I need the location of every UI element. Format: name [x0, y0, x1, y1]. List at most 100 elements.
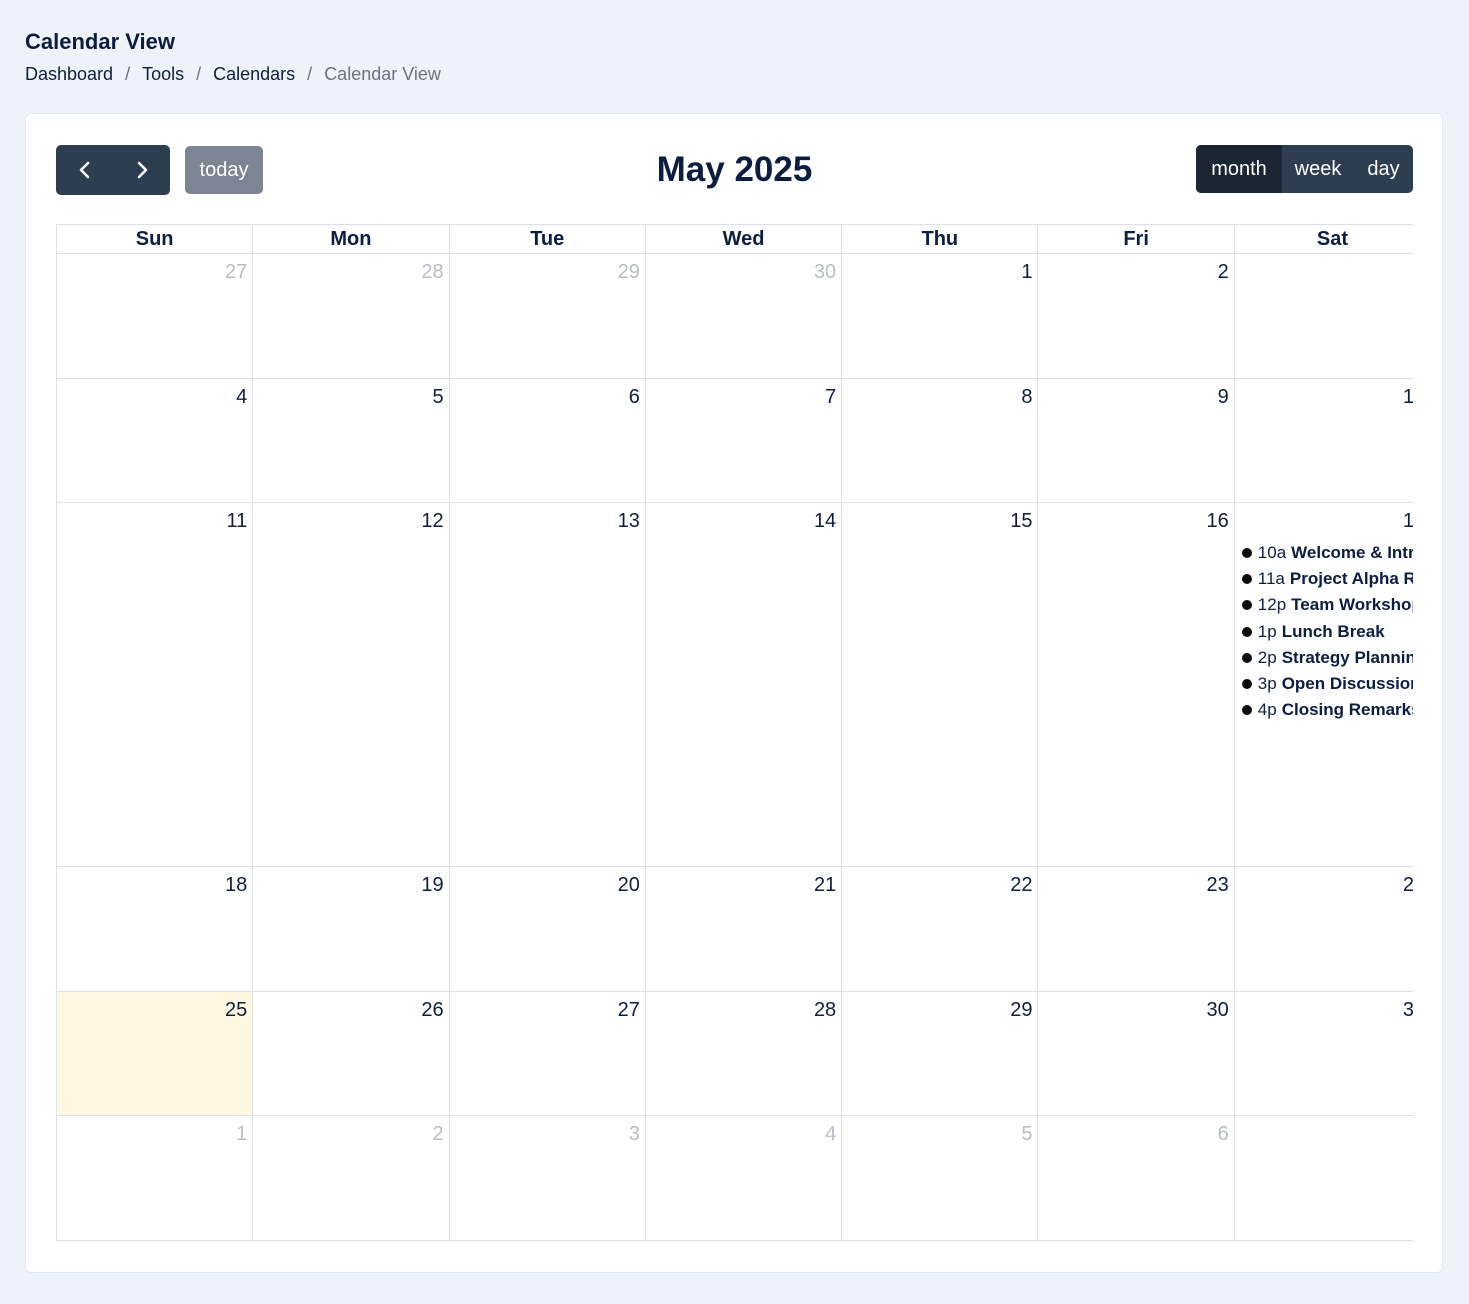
calendar-event[interactable]: 11aProject Alpha Review [1235, 566, 1413, 592]
day-cell[interactable]: 23 [1037, 866, 1235, 992]
day-cell[interactable]: 1 [841, 253, 1039, 379]
day-cell-other-month[interactable]: 29 [448, 253, 646, 379]
day-cell[interactable]: 4 [56, 377, 254, 503]
day-number[interactable]: 16 [1038, 503, 1233, 533]
day-cell[interactable]: 22 [841, 866, 1039, 992]
breadcrumb-dashboard[interactable]: Dashboard [25, 62, 113, 86]
day-cell[interactable]: 10 [1233, 377, 1413, 503]
day-cell[interactable]: 30 [1037, 990, 1235, 1116]
day-number[interactable]: 30 [646, 254, 841, 284]
day-number[interactable]: 5 [842, 1116, 1037, 1146]
day-cell[interactable]: 9 [1037, 377, 1235, 503]
day-cell[interactable]: 5 [252, 377, 450, 503]
calendar-event[interactable]: 4p Closing Remarks [1235, 697, 1413, 723]
next-button[interactable] [113, 145, 170, 195]
day-number[interactable]: 2 [1038, 254, 1233, 284]
day-cell[interactable]: 7 [644, 377, 843, 503]
day-cell[interactable]: 17 10aWelcome & Introductions11aProject A… [1233, 502, 1413, 867]
week-view-button[interactable]: week [1282, 145, 1354, 193]
day-number[interactable]: 28 [253, 254, 448, 284]
day-cell-other-month[interactable]: 27 [56, 253, 254, 379]
day-cell[interactable]: 18 [56, 866, 254, 992]
day-cell[interactable]: 3 [1233, 253, 1413, 379]
day-number[interactable]: 5 [253, 379, 448, 409]
day-number[interactable]: 14 [646, 503, 841, 533]
day-cell[interactable]: 14 [644, 502, 843, 867]
day-cell-other-month[interactable]: 7 [1233, 1115, 1413, 1241]
day-cell-other-month[interactable]: 1 [56, 1115, 254, 1241]
day-number[interactable]: 31 [1235, 992, 1413, 1022]
day-number[interactable]: 9 [1038, 379, 1233, 409]
day-cell[interactable]: 31 [1233, 990, 1413, 1116]
calendar-event[interactable]: 12p Team Workshop [1235, 592, 1413, 618]
day-number[interactable]: 27 [57, 254, 252, 284]
day-number[interactable]: 8 [842, 379, 1037, 409]
day-number[interactable]: 7 [1235, 1116, 1413, 1146]
today-button[interactable]: today [185, 146, 263, 194]
day-cell[interactable]: 29 [841, 990, 1039, 1116]
day-number[interactable]: 3 [1235, 254, 1413, 284]
day-number[interactable]: 1 [842, 254, 1037, 284]
breadcrumb-calendars[interactable]: Calendars [213, 62, 295, 86]
day-number[interactable]: 10 [1235, 379, 1413, 409]
day-cell-other-month[interactable]: 30 [644, 253, 843, 379]
day-number[interactable]: 18 [57, 867, 252, 897]
day-cell-other-month[interactable]: 2 [252, 1115, 450, 1241]
day-cell[interactable]: 8 [841, 377, 1039, 503]
day-number[interactable]: 24 [1235, 867, 1413, 897]
day-number[interactable]: 29 [842, 992, 1037, 1022]
day-view-button[interactable]: day [1354, 145, 1413, 193]
day-number[interactable]: 30 [1038, 992, 1233, 1022]
day-number[interactable]: 28 [646, 992, 841, 1022]
day-number[interactable]: 4 [646, 1116, 841, 1146]
day-number[interactable]: 1 [57, 1116, 252, 1146]
day-cell[interactable]: 26 [252, 990, 450, 1116]
day-cell[interactable]: 24 [1233, 866, 1413, 992]
day-number[interactable]: 25 [57, 992, 252, 1022]
day-number[interactable]: 22 [842, 867, 1037, 897]
calendar-event[interactable]: 3p Open Discussion [1235, 671, 1413, 697]
day-cell[interactable]: 11 [56, 502, 254, 867]
calendar-event[interactable]: 1p Lunch Break [1235, 619, 1413, 645]
calendar-event[interactable]: 2p Strategy Planning [1235, 645, 1413, 671]
day-cell[interactable]: 12 [252, 502, 450, 867]
day-number[interactable]: 19 [253, 867, 448, 897]
day-cell[interactable]: 2 [1037, 253, 1235, 379]
day-cell[interactable]: 27 [448, 990, 646, 1116]
day-number[interactable]: 29 [450, 254, 645, 284]
day-number[interactable]: 13 [450, 503, 645, 533]
day-number[interactable]: 26 [253, 992, 448, 1022]
day-cell-other-month[interactable]: 5 [841, 1115, 1039, 1241]
day-number[interactable]: 15 [842, 503, 1037, 533]
day-number[interactable]: 2 [253, 1116, 448, 1146]
day-cell[interactable]: 15 [841, 502, 1039, 867]
day-cell[interactable]: 6 [448, 377, 646, 503]
day-number[interactable]: 6 [1038, 1116, 1233, 1146]
day-cell[interactable]: 13 [448, 502, 646, 867]
calendar-event[interactable]: 10aWelcome & Introductions [1235, 540, 1413, 566]
day-cell[interactable]: 20 [448, 866, 646, 992]
day-number[interactable]: 4 [57, 379, 252, 409]
day-number[interactable]: 11 [57, 503, 252, 533]
day-cell-today[interactable]: 25 [56, 990, 254, 1116]
day-number[interactable]: 23 [1038, 867, 1233, 897]
day-cell[interactable]: 16 [1037, 502, 1235, 867]
day-cell-other-month[interactable]: 28 [252, 253, 450, 379]
day-cell[interactable]: 19 [252, 866, 450, 992]
day-number[interactable]: 7 [646, 379, 841, 409]
prev-button[interactable] [56, 145, 113, 195]
day-number[interactable]: 27 [450, 992, 645, 1022]
day-cell-other-month[interactable]: 6 [1037, 1115, 1235, 1241]
day-number[interactable]: 12 [253, 503, 448, 533]
day-number[interactable]: 6 [450, 379, 645, 409]
month-view-button[interactable]: month [1196, 145, 1282, 193]
day-cell-other-month[interactable]: 3 [448, 1115, 646, 1241]
day-number[interactable]: 3 [450, 1116, 645, 1146]
day-number[interactable]: 21 [646, 867, 841, 897]
day-cell[interactable]: 28 [644, 990, 843, 1116]
day-number[interactable]: 17 [1235, 503, 1413, 533]
day-cell[interactable]: 21 [644, 866, 843, 992]
breadcrumb-tools[interactable]: Tools [142, 62, 184, 86]
day-number[interactable]: 20 [450, 867, 645, 897]
day-cell-other-month[interactable]: 4 [644, 1115, 843, 1241]
